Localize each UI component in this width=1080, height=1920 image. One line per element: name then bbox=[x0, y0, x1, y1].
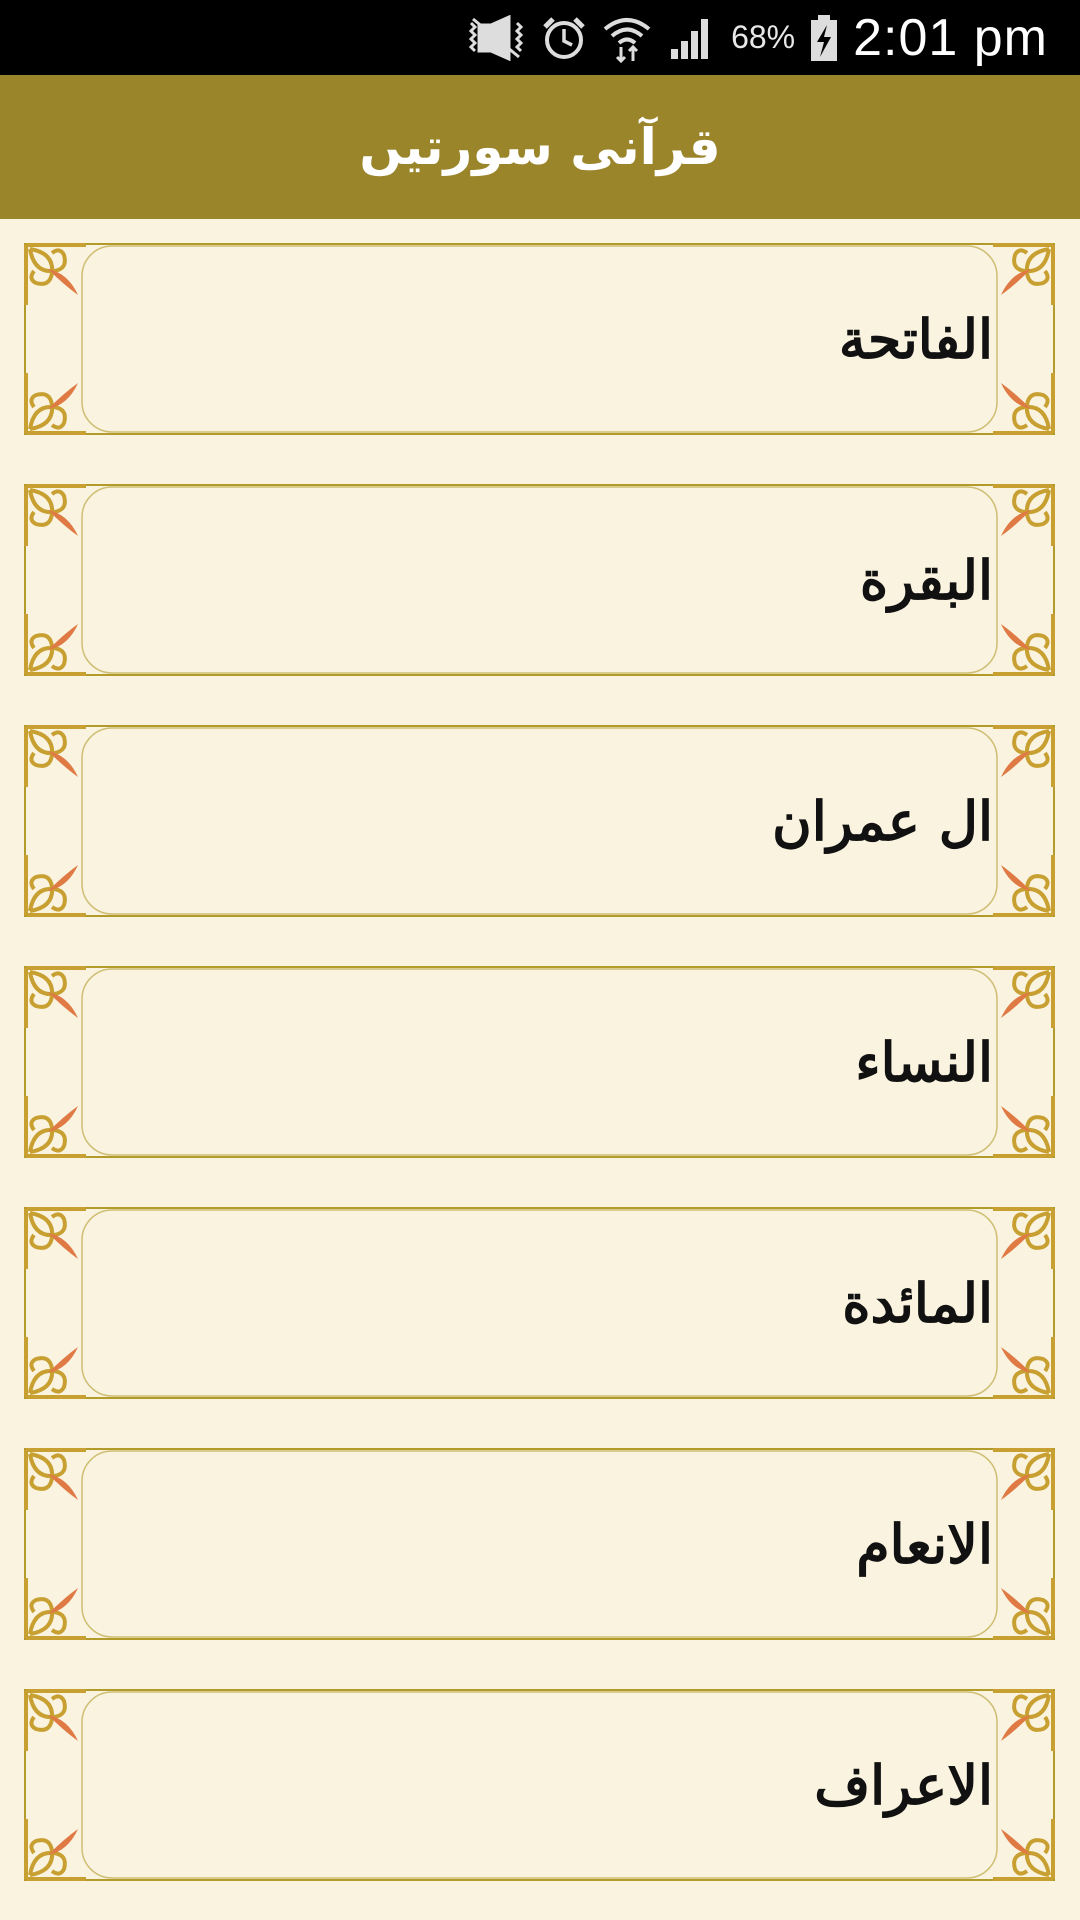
mute-vibrate-icon bbox=[465, 14, 527, 61]
surah-item[interactable]: الفاتحة bbox=[24, 243, 1055, 435]
corner-ornament-icon bbox=[993, 484, 1055, 546]
signal-icon bbox=[667, 15, 717, 61]
corner-ornament-icon bbox=[993, 1578, 1055, 1640]
corner-ornament-icon bbox=[24, 373, 86, 435]
app-title: قرآنی سورتیں bbox=[359, 118, 721, 176]
corner-ornament-icon bbox=[24, 1207, 86, 1269]
corner-ornament-icon bbox=[24, 855, 86, 917]
corner-ornament-icon bbox=[24, 614, 86, 676]
corner-ornament-icon bbox=[993, 1448, 1055, 1510]
corner-ornament-icon bbox=[24, 966, 86, 1028]
corner-ornament-icon bbox=[993, 614, 1055, 676]
corner-ornament-icon bbox=[993, 966, 1055, 1028]
corner-ornament-icon bbox=[993, 855, 1055, 917]
surah-name: الفاتحة bbox=[838, 307, 993, 371]
battery-percent: 68% bbox=[731, 19, 796, 55]
corner-ornament-icon bbox=[993, 1096, 1055, 1158]
surah-name: المائدة bbox=[842, 1271, 993, 1335]
surah-item[interactable]: المائدة bbox=[24, 1207, 1055, 1399]
corner-ornament-icon bbox=[993, 243, 1055, 305]
surah-item[interactable]: البقرة bbox=[24, 484, 1055, 676]
corner-ornament-icon bbox=[24, 1096, 86, 1158]
corner-ornament-icon bbox=[993, 1819, 1055, 1881]
surah-name: ال عمران bbox=[772, 789, 993, 853]
surah-name: الاعراف bbox=[814, 1753, 993, 1817]
corner-ornament-icon bbox=[24, 243, 86, 305]
status-icons: 68% 2:01 pm bbox=[465, 0, 1048, 75]
wifi-icon bbox=[601, 13, 653, 63]
corner-ornament-icon bbox=[993, 1689, 1055, 1751]
corner-ornament-icon bbox=[24, 1819, 86, 1881]
surah-item[interactable]: ال عمران bbox=[24, 725, 1055, 917]
corner-ornament-icon bbox=[24, 1689, 86, 1751]
corner-ornament-icon bbox=[993, 1337, 1055, 1399]
corner-ornament-icon bbox=[24, 1578, 86, 1640]
surah-item[interactable]: الاعراف bbox=[24, 1689, 1055, 1881]
battery-charging-icon bbox=[809, 13, 839, 63]
app-bar: قرآنی سورتیں bbox=[0, 75, 1080, 219]
corner-ornament-icon bbox=[993, 373, 1055, 435]
corner-ornament-icon bbox=[24, 1337, 86, 1399]
surah-name: النساء bbox=[855, 1030, 993, 1094]
surah-list[interactable]: الفاتحة البقرة ال عمران النساء المائدة ا… bbox=[0, 219, 1080, 1920]
corner-ornament-icon bbox=[24, 725, 86, 787]
surah-item[interactable]: الانعام bbox=[24, 1448, 1055, 1640]
corner-ornament-icon bbox=[993, 1207, 1055, 1269]
corner-ornament-icon bbox=[24, 1448, 86, 1510]
surah-name: البقرة bbox=[859, 548, 993, 612]
surah-name: الانعام bbox=[856, 1512, 993, 1576]
alarm-icon bbox=[541, 15, 587, 61]
corner-ornament-icon bbox=[993, 725, 1055, 787]
surah-item[interactable]: النساء bbox=[24, 966, 1055, 1158]
status-bar: 68% 2:01 pm bbox=[0, 0, 1080, 75]
corner-ornament-icon bbox=[24, 484, 86, 546]
clock: 2:01 pm bbox=[853, 8, 1048, 67]
